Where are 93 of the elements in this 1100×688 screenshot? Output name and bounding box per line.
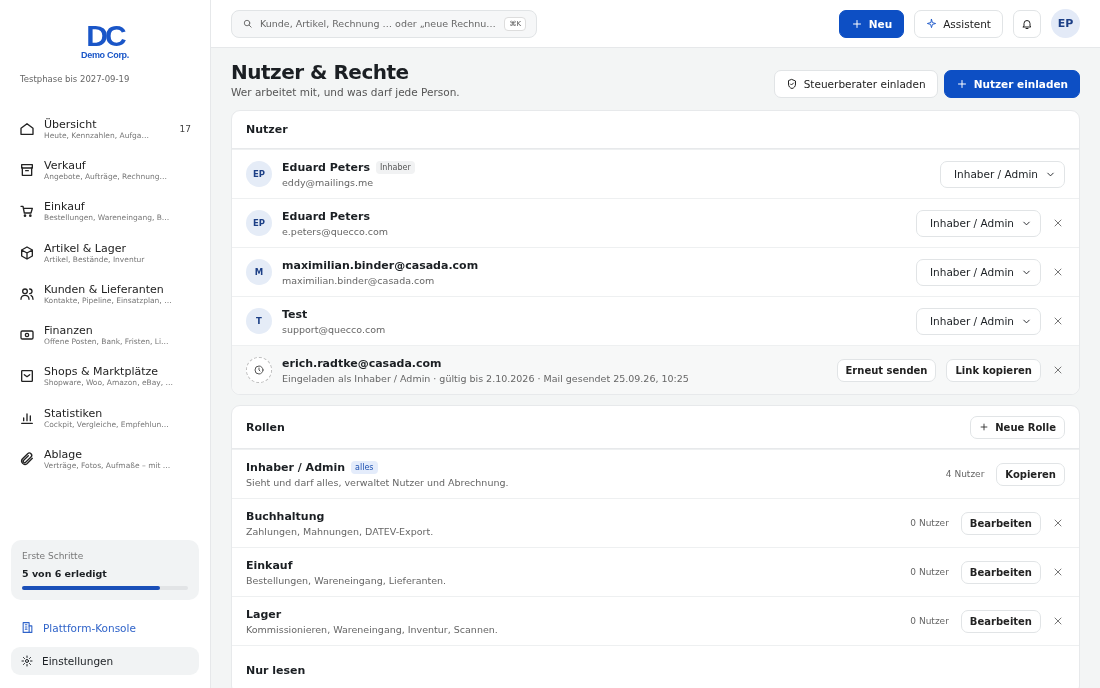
onboarding-title: Erste Schritte xyxy=(22,551,85,561)
home-icon xyxy=(19,120,35,137)
plus-icon xyxy=(850,17,863,30)
sparkle-icon xyxy=(926,18,938,29)
role-name: Lager xyxy=(246,607,282,621)
tray-icon xyxy=(19,368,35,385)
role-select[interactable]: Inhaber / Admin xyxy=(940,160,1065,188)
role-action-button[interactable]: Kopieren xyxy=(996,462,1065,486)
user-name: Test xyxy=(282,307,308,321)
section-title: Nutzer xyxy=(246,123,288,136)
owner-tag: Inhaber xyxy=(376,160,415,174)
nav-title: Kunden & Lieferanten xyxy=(44,282,165,296)
user-avatar[interactable]: EP xyxy=(1051,9,1080,38)
building-icon xyxy=(21,621,34,634)
nav-title: Statistiken xyxy=(44,406,104,420)
search-input[interactable]: Kunde, Artikel, Rechnung … oder „neue Rechnu… xyxy=(260,18,498,29)
user-email: eddy@mailings.me xyxy=(282,176,375,188)
role-action-button[interactable]: Bearbeiten xyxy=(960,609,1041,633)
page-title: Nutzer & Rechte xyxy=(231,60,410,84)
plus-icon xyxy=(955,78,968,90)
nav-title: Ablage xyxy=(44,448,84,461)
role-action-button[interactable]: Bearbeiten xyxy=(960,511,1041,535)
role-description: Kommissionieren, Wareneingang, Inventur, Scannen. xyxy=(246,623,499,635)
platform-console-link[interactable]: Plattform-Konsole xyxy=(11,612,199,643)
close-icon[interactable] xyxy=(1052,217,1064,229)
user-initials: T xyxy=(246,308,272,334)
role-description: Zahlungen, Mahnungen, DATEV-Export. xyxy=(246,525,435,537)
invite-action-button[interactable]: Link kopieren xyxy=(946,358,1041,382)
user-name: Eduard Peters xyxy=(282,160,370,174)
section-title: Rollen xyxy=(246,420,285,434)
page-subtitle: Wer arbeitet mit, und was darf jede Person. xyxy=(231,86,461,98)
invite-user-button[interactable]: Nutzer einladen xyxy=(943,70,1080,98)
role-name: Nur lesen xyxy=(246,663,306,677)
user-count: 0 Nutzer xyxy=(910,518,949,528)
onboarding-status: 5 von 6 erledigt xyxy=(22,568,108,579)
role-name: Buchhaltung xyxy=(246,509,325,523)
close-icon[interactable] xyxy=(1052,517,1064,529)
notifications-button[interactable] xyxy=(1013,9,1041,38)
company-name: Demo Corp. xyxy=(81,50,129,60)
close-icon[interactable] xyxy=(1052,364,1064,376)
sun-icon xyxy=(21,655,33,667)
user-count: 0 Nutzer xyxy=(910,616,949,626)
cube-icon xyxy=(19,244,35,261)
plus-icon xyxy=(979,422,990,432)
user-count: 4 Nutzer xyxy=(945,469,985,479)
trial-notice: Testphase bis 2027-09-19 xyxy=(20,74,131,84)
close-icon[interactable] xyxy=(1052,266,1064,278)
settings-item[interactable]: Einstellungen xyxy=(11,647,199,675)
search-icon xyxy=(242,18,253,29)
nav-title: Finanzen xyxy=(44,324,94,338)
nav-title: Übersicht xyxy=(44,117,98,131)
role-select[interactable]: Inhaber / Admin xyxy=(916,209,1041,237)
role-tag: alles xyxy=(351,460,378,474)
invite-action-button[interactable]: Erneut senden xyxy=(836,358,937,382)
role-select[interactable]: Inhaber / Admin xyxy=(916,307,1041,335)
new-button[interactable]: Neu xyxy=(838,9,905,38)
cart-icon xyxy=(19,203,35,220)
nav-title: Einkauf xyxy=(44,200,86,214)
close-icon[interactable] xyxy=(1052,566,1064,578)
role-description: Sieht und darf alles, verwaltet Nutzer und Abrechnung. xyxy=(246,476,510,488)
bell-icon xyxy=(1021,17,1033,30)
onboarding-card[interactable]: Erste Schritte 5 von 6 erledigt xyxy=(11,540,199,600)
user-email: maximilian.binder@casada.com xyxy=(282,274,436,286)
nav-title: Shops & Marktplätze xyxy=(44,365,160,379)
user-count: 0 Nutzer xyxy=(910,567,949,577)
user-name: Eduard Peters xyxy=(282,209,370,223)
user-email: support@quecco.com xyxy=(282,323,387,335)
close-icon[interactable] xyxy=(1052,315,1064,327)
user-email: e.peters@quecco.com xyxy=(282,225,389,237)
role-description: Bestellungen, Wareneingang, Lieferanten. xyxy=(246,574,448,586)
shield-icon xyxy=(785,78,798,90)
nav-count: 17 xyxy=(179,123,191,134)
role-name: Einkauf xyxy=(246,558,293,572)
nav-title: Verkauf xyxy=(44,158,87,172)
role-action-button[interactable]: Bearbeiten xyxy=(960,560,1041,584)
role-name: Inhaber / Admin xyxy=(246,460,346,474)
logo: DC xyxy=(86,22,124,50)
user-initials: M xyxy=(246,259,272,285)
paperclip-icon xyxy=(19,451,35,467)
clock-icon xyxy=(253,364,265,376)
invite-tax-advisor-button[interactable]: Steuerberater einladen xyxy=(773,70,938,98)
user-initials: EP xyxy=(246,161,272,187)
invite-details: Eingeladen als Inhaber / Admin · gültig bis 2.10.2026 · Mail gesendet 25.09.26, 10:25 xyxy=(282,372,690,384)
user-name: maximilian.binder@casada.com xyxy=(282,258,479,272)
role-select[interactable]: Inhaber / Admin xyxy=(916,258,1041,286)
assistant-button[interactable]: Assistent xyxy=(914,9,1003,38)
new-role-button[interactable]: Neue Rolle xyxy=(970,415,1065,439)
user-initials: EP xyxy=(246,210,272,236)
archive-icon xyxy=(19,161,35,178)
close-icon[interactable] xyxy=(1052,615,1064,627)
invite-email: erich.radtke@casada.com xyxy=(282,356,443,370)
users-icon xyxy=(19,285,35,302)
nav-title: Artikel & Lager xyxy=(44,241,127,255)
